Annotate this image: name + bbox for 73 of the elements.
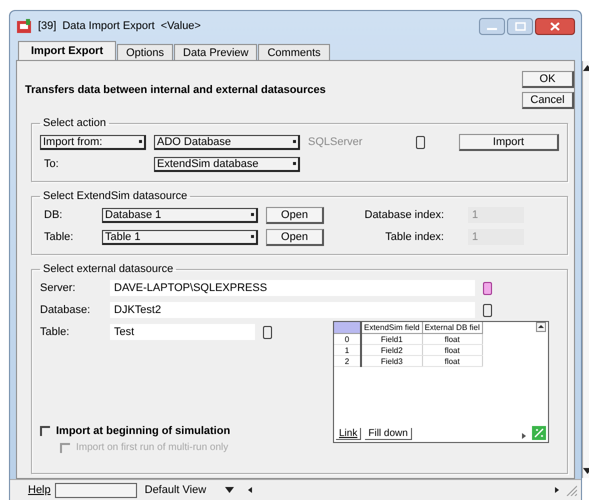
index-value: 1 bbox=[468, 229, 524, 245]
link-button[interactable]: Link bbox=[336, 428, 362, 440]
field-label: Database: bbox=[40, 304, 92, 316]
table-cell: Field3 bbox=[361, 356, 422, 366]
datasource-dropdown[interactable]: Table 1 bbox=[102, 230, 258, 244]
table-cell: Field1 bbox=[361, 334, 422, 344]
dropdown-corner-icon bbox=[251, 235, 254, 238]
mode-dropdown[interactable]: Import from: bbox=[40, 134, 146, 150]
group-title: Select action bbox=[42, 117, 107, 129]
help-link[interactable]: Help bbox=[28, 484, 51, 496]
block-number: [39] bbox=[38, 20, 56, 32]
table-cell: float bbox=[422, 344, 482, 356]
source-dropdown[interactable]: ADO Database bbox=[154, 134, 300, 150]
row-number: 2 bbox=[334, 356, 361, 366]
tab[interactable]: Comments bbox=[258, 44, 330, 60]
table-cell: float bbox=[422, 356, 482, 366]
index-label: Database index: bbox=[364, 209, 444, 221]
input-field[interactable]: DAVE-LAPTOP\SQLEXPRESS bbox=[110, 280, 475, 296]
scroll-right-icon[interactable] bbox=[553, 486, 561, 494]
dropdown-corner-icon bbox=[139, 140, 142, 143]
picker-icon[interactable] bbox=[483, 304, 492, 316]
field-label: DB: bbox=[43, 209, 64, 221]
ok-button[interactable]: OK bbox=[522, 71, 574, 88]
fill-down-button[interactable]: Fill down bbox=[365, 428, 412, 440]
tab[interactable]: Data Preview bbox=[174, 44, 258, 60]
input-field[interactable]: Test bbox=[110, 324, 255, 340]
help-field[interactable] bbox=[54, 482, 137, 498]
window-title: Data Import Export bbox=[62, 20, 155, 32]
tab[interactable]: Import Export bbox=[18, 41, 116, 60]
checkbox-label: Import at beginning of simulation bbox=[56, 425, 230, 437]
field-label: Server: bbox=[40, 282, 76, 294]
scroll-right-icon[interactable] bbox=[520, 432, 528, 440]
picker-icon[interactable] bbox=[416, 136, 425, 148]
table-cell: float bbox=[422, 334, 482, 344]
resize-grip-icon[interactable] bbox=[565, 484, 577, 496]
checkbox-label: Import on first run of multi-run only bbox=[76, 442, 228, 453]
app-icon bbox=[16, 18, 32, 34]
group-title: Select external datasource bbox=[42, 263, 174, 275]
scroll-up-icon[interactable] bbox=[536, 322, 546, 332]
value-label: <Value> bbox=[160, 20, 201, 32]
cancel-button[interactable]: Cancel bbox=[522, 92, 574, 109]
field-label: Table: bbox=[40, 326, 70, 338]
maximize-icon[interactable] bbox=[507, 18, 533, 34]
close-icon[interactable] bbox=[535, 18, 575, 34]
input-field[interactable]: DJKTest2 bbox=[110, 302, 475, 318]
dropdown-corner-icon bbox=[293, 140, 296, 143]
tab[interactable]: Options bbox=[117, 44, 174, 60]
table-cell: Field2 bbox=[361, 344, 422, 356]
field-label: Table: bbox=[43, 231, 74, 243]
dropdown-corner-icon bbox=[251, 213, 254, 216]
picker-icon[interactable] bbox=[483, 282, 492, 294]
view-name: Default View bbox=[144, 484, 208, 496]
checkbox[interactable] bbox=[40, 426, 50, 436]
dropdown-corner-icon bbox=[293, 162, 296, 165]
description: Transfers data between internal and external datasources bbox=[25, 84, 327, 96]
row-number: 0 bbox=[334, 334, 361, 344]
field-label: To: bbox=[43, 158, 60, 170]
column-header: External DB fiel bbox=[422, 322, 482, 334]
view-dropdown-icon[interactable] bbox=[224, 487, 234, 493]
group-title: Select ExtendSim datasource bbox=[42, 190, 188, 202]
column-header: ExtendSim field bbox=[361, 322, 422, 334]
open-button[interactable]: Open bbox=[266, 228, 324, 246]
destination-dropdown[interactable]: ExtendSim database bbox=[154, 156, 300, 172]
open-button[interactable]: Open bbox=[266, 206, 324, 224]
index-label: Table index: bbox=[384, 231, 444, 243]
row-number: 1 bbox=[334, 344, 361, 356]
minimize-icon[interactable] bbox=[479, 18, 505, 34]
datasource-dropdown[interactable]: Database 1 bbox=[102, 208, 258, 222]
import-button[interactable]: Import bbox=[459, 134, 559, 150]
picker-icon[interactable] bbox=[263, 326, 272, 338]
index-value: 1 bbox=[468, 207, 524, 223]
scroll-left-icon[interactable] bbox=[246, 486, 254, 494]
source-type: SQLServer bbox=[308, 136, 364, 148]
